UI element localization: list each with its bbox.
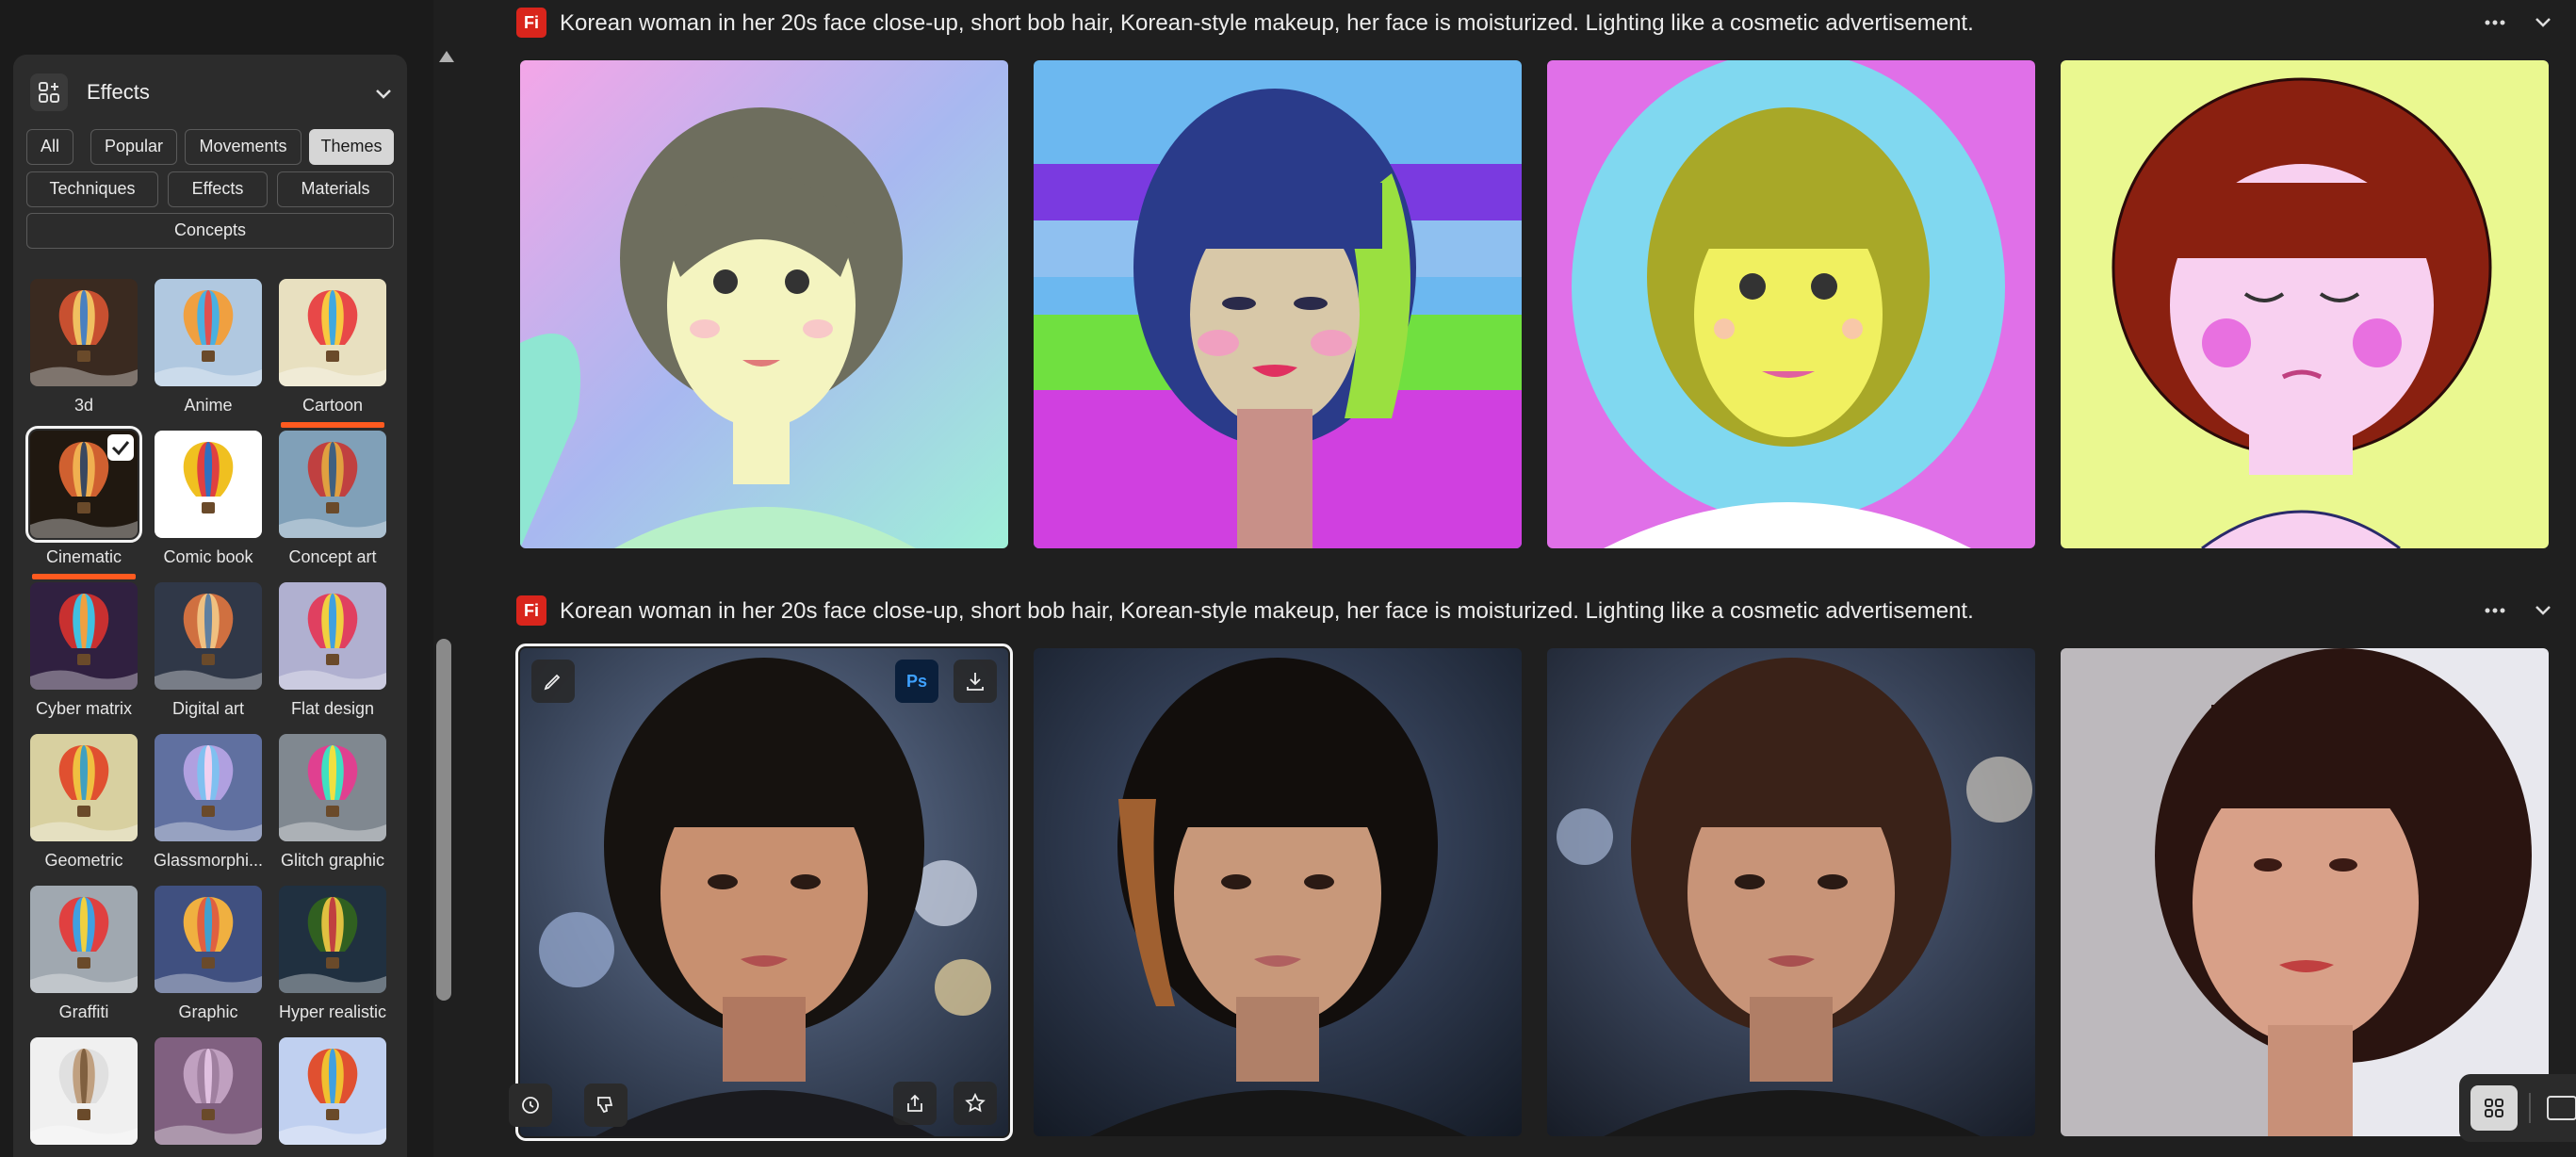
thumbs-down-button[interactable] xyxy=(584,1084,628,1127)
style-label: Comic book xyxy=(163,547,253,566)
style-label: Glassmorphi... xyxy=(153,851,264,870)
style-thumbnail[interactable] xyxy=(279,1037,386,1145)
divider xyxy=(2529,1093,2531,1123)
firefly-badge: Fi xyxy=(516,595,546,626)
single-view-button[interactable] xyxy=(2540,1091,2576,1125)
more-icon[interactable] xyxy=(2480,595,2510,630)
style-thumbnail[interactable] xyxy=(155,431,262,538)
chip-materials-btn[interactable]: Materials xyxy=(277,171,394,207)
style-label: Cyber matrix xyxy=(35,699,132,718)
edit-button[interactable] xyxy=(531,660,575,703)
style-thumbnail[interactable] xyxy=(155,734,262,841)
generated-image[interactable] xyxy=(1547,60,2035,548)
grid-view-button[interactable] xyxy=(2470,1085,2518,1131)
generated-image[interactable] xyxy=(2061,60,2549,548)
chip-popular-btn[interactable]: Popular xyxy=(90,129,177,165)
style-label: 3d xyxy=(73,396,94,415)
style-thumbnail[interactable] xyxy=(30,886,138,993)
style-thumbnail[interactable] xyxy=(30,1037,138,1145)
style-label: Anime xyxy=(184,396,233,415)
style-label: Hyper realistic xyxy=(278,1002,387,1021)
download-button[interactable] xyxy=(954,660,997,703)
favorite-button[interactable] xyxy=(954,1082,997,1125)
style-label: Graphic xyxy=(178,1002,238,1021)
style-thumbnail[interactable] xyxy=(279,582,386,690)
style-label: Graffiti xyxy=(58,1002,109,1021)
scroll-up-arrow-icon[interactable] xyxy=(439,51,454,62)
photoshop-label: Ps xyxy=(905,672,928,691)
style-label: Cartoon xyxy=(302,396,364,415)
effects-panel: Effects All Popular All Popular Movement… xyxy=(0,0,433,1157)
share-button[interactable] xyxy=(893,1082,937,1125)
style-thumbnail[interactable] xyxy=(30,582,138,690)
chip-techniques-btn[interactable]: Techniques xyxy=(26,171,158,207)
single-view-icon xyxy=(2547,1096,2576,1120)
style-thumbnail[interactable] xyxy=(279,734,386,841)
effects-title: Effects xyxy=(87,80,150,104)
open-in-photoshop-button[interactable]: Ps xyxy=(895,660,938,703)
generated-image[interactable] xyxy=(1547,648,2035,1136)
style-highlight-underline xyxy=(281,422,384,428)
chip-concepts-btn[interactable]: Concepts xyxy=(26,213,394,249)
chip-effects-btn[interactable]: Effects xyxy=(168,171,268,207)
style-label: Concept art xyxy=(288,547,377,566)
chevron-down-icon[interactable] xyxy=(373,83,394,108)
style-thumbnail[interactable] xyxy=(279,431,386,538)
style-thumbnail[interactable] xyxy=(279,886,386,993)
grid-view-icon xyxy=(2485,1099,2503,1117)
more-icon[interactable] xyxy=(2480,8,2510,42)
prompt-row-1: Fi Korean woman in her 20s face close-up… xyxy=(516,2,2576,43)
chip-themes-btn[interactable]: Themes xyxy=(309,129,394,165)
view-toggle xyxy=(2459,1074,2576,1142)
history-button[interactable] xyxy=(509,1084,552,1127)
generated-image[interactable] xyxy=(1034,60,1522,548)
style-label: Flat design xyxy=(290,699,375,718)
chip-all-btn[interactable]: All xyxy=(26,129,73,165)
style-label: Cinematic xyxy=(45,547,122,566)
prompt-row-2: Fi Korean woman in her 20s face close-up… xyxy=(516,590,2576,631)
style-label: Glitch graphic xyxy=(280,851,385,870)
generated-image-selected[interactable] xyxy=(515,644,1013,1141)
style-thumbnail[interactable] xyxy=(30,279,138,386)
generated-image[interactable] xyxy=(2061,648,2549,1136)
firefly-badge: Fi xyxy=(516,8,546,38)
style-thumbnail[interactable] xyxy=(25,426,142,543)
generated-image[interactable] xyxy=(1034,648,1522,1136)
chevron-down-icon[interactable] xyxy=(2533,599,2553,625)
style-label: Geometric xyxy=(44,851,123,870)
style-thumbnail[interactable] xyxy=(30,734,138,841)
checkmark-icon xyxy=(107,434,134,461)
style-thumbnail[interactable] xyxy=(155,1037,262,1145)
chip-movements-btn[interactable]: Movements xyxy=(185,129,302,165)
prompt-text: Korean woman in her 20s face close-up, s… xyxy=(560,10,1974,36)
style-thumbnail[interactable] xyxy=(279,279,386,386)
style-thumbnail[interactable] xyxy=(155,279,262,386)
generated-image[interactable] xyxy=(520,60,1008,548)
panel-scrollbar-thumb[interactable] xyxy=(436,639,451,1001)
style-thumbnail[interactable] xyxy=(155,886,262,993)
effects-header[interactable]: Effects xyxy=(13,55,407,130)
chevron-down-icon[interactable] xyxy=(2533,11,2553,37)
style-thumbnail[interactable] xyxy=(155,582,262,690)
style-label: Digital art xyxy=(171,699,245,718)
style-highlight-underline xyxy=(32,574,136,579)
effects-icon xyxy=(30,73,68,111)
prompt-text: Korean woman in her 20s face close-up, s… xyxy=(560,598,1974,624)
